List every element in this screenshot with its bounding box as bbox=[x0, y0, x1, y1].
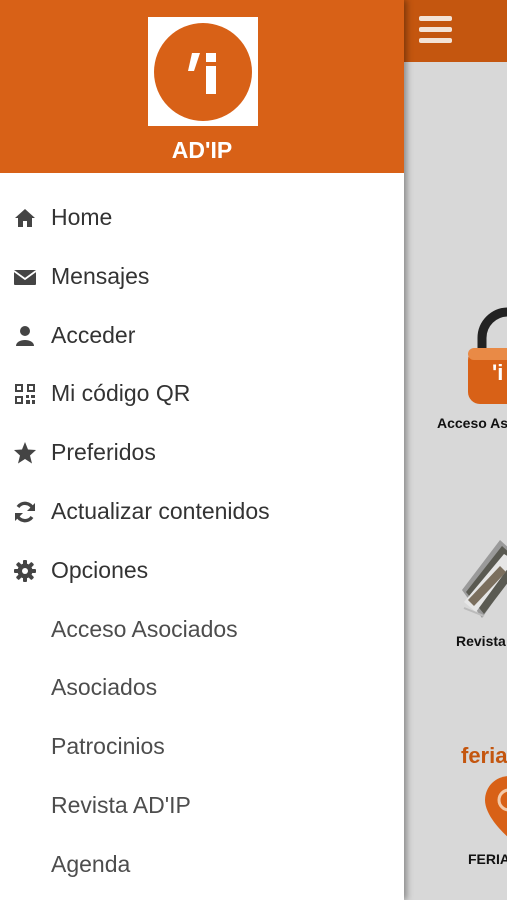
submenu-item-label: Acceso Asociados bbox=[51, 615, 238, 642]
app-logo bbox=[148, 17, 258, 126]
menu-item-label: Home bbox=[51, 204, 113, 230]
submenu-item-revista[interactable]: Revista AD'IP bbox=[0, 777, 404, 836]
logo-i-icon bbox=[188, 53, 216, 94]
menu-item-opciones[interactable]: Opciones bbox=[0, 542, 404, 601]
lock-icon: 'i bbox=[468, 307, 507, 404]
submenu-item-acceso-asociados[interactable]: Acceso Asociados bbox=[0, 601, 404, 660]
top-bar bbox=[404, 0, 507, 62]
menu-item-label: Actualizar contenidos bbox=[51, 497, 270, 524]
menu-item-qr[interactable]: Mi código QR bbox=[0, 365, 404, 424]
refresh-icon bbox=[13, 500, 37, 524]
magazine-icon bbox=[462, 540, 507, 618]
svg-text:'i: 'i bbox=[492, 360, 503, 385]
hamburger-menu-icon[interactable] bbox=[419, 16, 455, 46]
navigation-drawer: AD'IP Home Mensajes Acceder Mi código QR… bbox=[0, 0, 404, 900]
star-icon bbox=[13, 441, 37, 465]
menu-item-mensajes[interactable]: Mensajes bbox=[0, 248, 404, 307]
tile-label: FERIAS bbox=[468, 851, 507, 867]
menu-item-label: Preferidos bbox=[51, 439, 156, 466]
menu-item-home[interactable]: Home bbox=[0, 189, 404, 248]
submenu-item-label: Agenda bbox=[51, 850, 131, 877]
drawer-header: AD'IP bbox=[0, 0, 404, 173]
menu-item-label: Acceder bbox=[51, 321, 136, 348]
envelope-icon bbox=[13, 265, 37, 289]
menu-item-label: Mi código QR bbox=[51, 380, 191, 407]
main-content: 'i Acceso Asociados Revista AD'IP feria … bbox=[404, 0, 507, 900]
submenu-item-patrocinios[interactable]: Patrocinios bbox=[0, 718, 404, 777]
menu-item-actualizar[interactable]: Actualizar contenidos bbox=[0, 483, 404, 542]
tile-ferias[interactable]: feria FERIAS bbox=[404, 740, 507, 900]
submenu-item-agenda[interactable]: Agenda bbox=[0, 836, 404, 895]
tile-label: Revista AD'IP bbox=[456, 633, 507, 649]
qrcode-icon bbox=[13, 382, 37, 406]
menu-item-label: Mensajes bbox=[51, 262, 150, 289]
map-pin-icon bbox=[485, 776, 507, 837]
tile-revista-adip[interactable]: Revista AD'IP bbox=[404, 520, 507, 680]
submenu-item-asociados[interactable]: Asociados bbox=[0, 659, 404, 718]
submenu-item-label: Revista AD'IP bbox=[51, 791, 191, 818]
tile-label: Acceso Asociados bbox=[437, 415, 507, 431]
menu-item-label: Opciones bbox=[51, 556, 149, 583]
tile-acceso-asociados[interactable]: 'i Acceso Asociados bbox=[404, 300, 507, 460]
home-icon bbox=[13, 206, 37, 230]
user-icon bbox=[13, 324, 37, 348]
submenu-item-label: Asociados bbox=[51, 674, 158, 701]
app-name: AD'IP bbox=[171, 137, 233, 163]
gear-icon bbox=[13, 559, 37, 583]
drawer-menu: Home Mensajes Acceder Mi código QR Prefe… bbox=[0, 189, 404, 895]
menu-item-preferidos[interactable]: Preferidos bbox=[0, 424, 404, 483]
submenu-item-label: Patrocinios bbox=[51, 733, 165, 760]
menu-item-acceder[interactable]: Acceder bbox=[0, 307, 404, 366]
